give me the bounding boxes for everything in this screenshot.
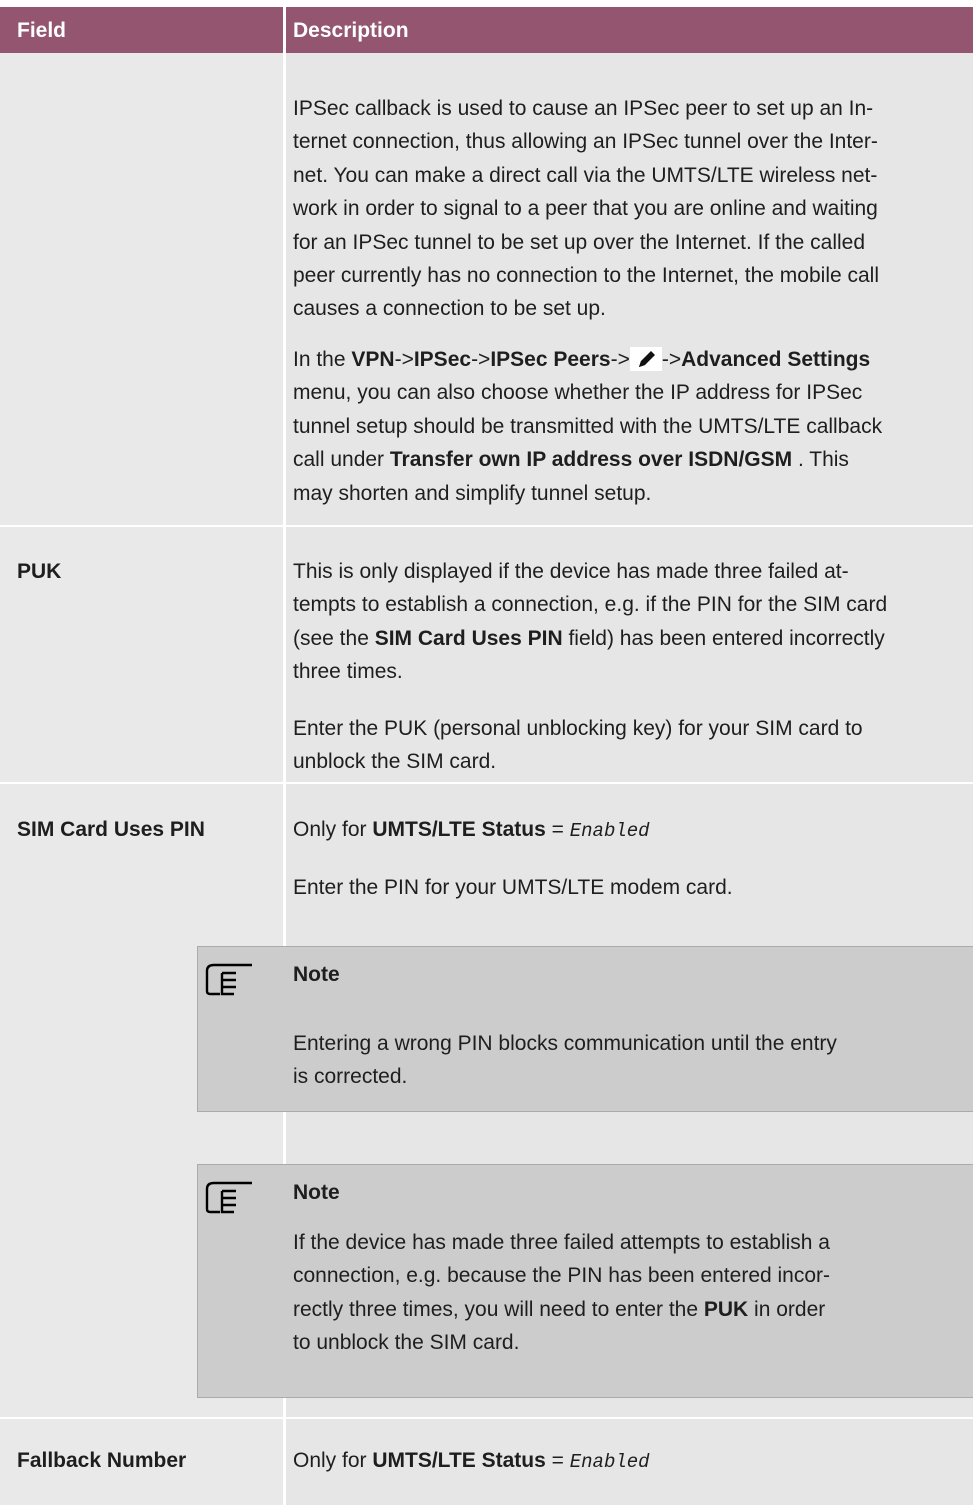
fallback-condition: Only for UMTS/LTE Status = Enabled	[293, 1449, 650, 1473]
pencil-icon	[629, 347, 662, 371]
menu-ipsec-peers: IPSec Peers	[490, 348, 611, 371]
menu-advanced-settings: Advanced Settings	[681, 348, 871, 371]
note-title: Note	[293, 963, 340, 986]
callback-text: IPSec callback is used to cause an IPSec…	[293, 92, 879, 326]
callback-line: net. You can make a direct call via the …	[293, 163, 878, 187]
pointing-hand-icon	[205, 963, 252, 996]
puk-entry-text: Enter the PUK (personal unblocking key) …	[293, 717, 863, 774]
fallback-field-label: Fallback Number	[17, 1449, 187, 1472]
sim-pin-field-ref: SIM Card Uses PIN	[374, 626, 563, 650]
note-box: Note Entering a wrong PIN blocks communi…	[197, 946, 973, 1112]
puk-ref: PUK	[703, 1297, 749, 1321]
menu-ipsec: IPSec	[413, 348, 472, 371]
menu-path-line: In the VPN->IPSec->IPSec Peers-> ->Advanc…	[293, 347, 871, 371]
row-separator	[0, 782, 973, 784]
note-title: Note	[293, 1181, 340, 1204]
sim-pin-description: Enter the PIN for your UMTS/LTE modem ca…	[293, 876, 733, 899]
status-value: Enabled	[569, 1451, 650, 1473]
note-text: Entering a wrong PIN blocks communicatio…	[293, 1032, 837, 1089]
sim-pin-condition: Only for UMTS/LTE Status = Enabled	[293, 818, 650, 842]
sim-pin-field-label: SIM Card Uses PIN	[17, 818, 205, 841]
transfer-ip-setting: Transfer own IP address over ISDN/GSM	[389, 448, 793, 472]
row-separator	[0, 525, 973, 527]
status-value: Enabled	[569, 820, 650, 842]
menu-path-text: In the VPN->IPSec->IPSec Peers-> ->Advanc…	[293, 343, 882, 510]
note-text: If the device has made three failed atte…	[293, 1231, 831, 1355]
header-divider	[283, 7, 286, 53]
callback-line: peer currently has no connection to the …	[293, 264, 880, 288]
callback-line: for an IPSec tunnel to be set up over th…	[293, 230, 866, 254]
puk-description: This is only displayed if the device has…	[293, 560, 888, 684]
callback-line: work in order to signal to a peer that y…	[293, 197, 878, 221]
field-column-header: Field	[17, 19, 67, 42]
description-column-header: Description	[293, 19, 409, 42]
note-box: Note If the device has made three failed…	[197, 1164, 973, 1398]
callback-line: causes a connection to be set up.	[293, 297, 606, 321]
pointing-hand-icon	[205, 1181, 252, 1214]
table-header: Field Description	[0, 7, 973, 53]
callback-line: ternet connection, thus allowing an IPSe…	[293, 130, 878, 154]
row-separator	[0, 1417, 973, 1419]
puk-field-label: PUK	[17, 560, 62, 583]
menu-vpn: VPN	[351, 348, 395, 371]
callback-line: IPSec callback is used to cause an IPSec…	[293, 97, 874, 120]
